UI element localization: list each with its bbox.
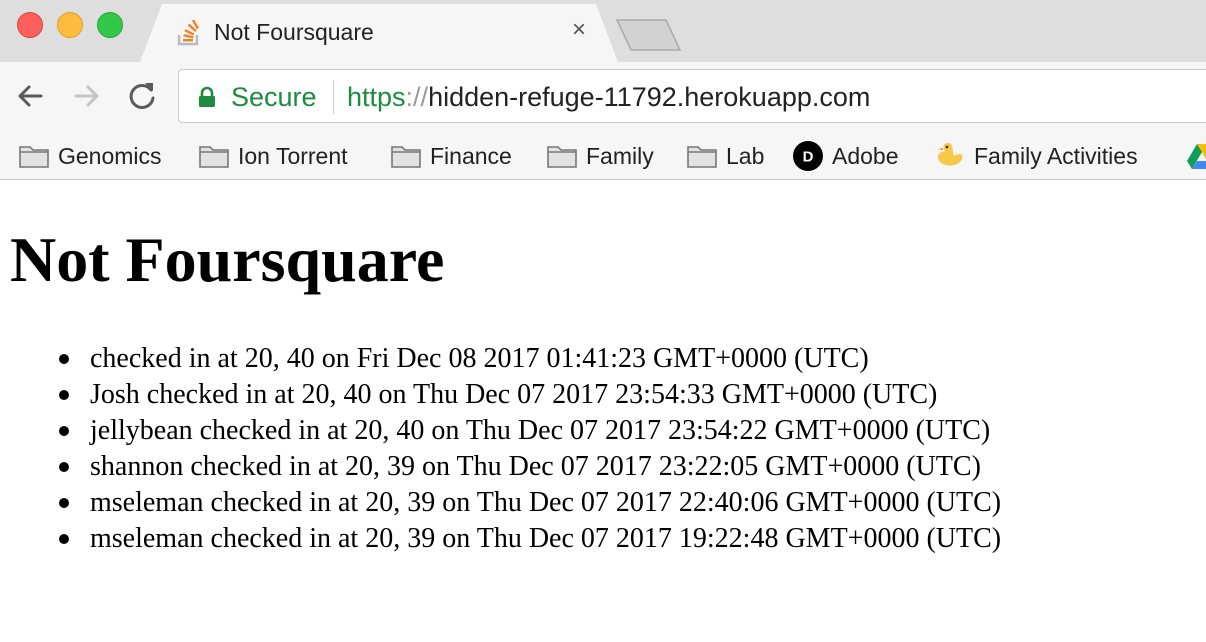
folder-icon [199, 146, 229, 168]
folder-icon [687, 146, 717, 168]
google-drive-icon[interactable] [1187, 142, 1206, 170]
list-item: Josh checked in at 20, 40 on Thu Dec 07 … [59, 377, 1001, 413]
url-text[interactable]: https://hidden-refuge-11792.herokuapp.co… [347, 82, 870, 113]
bookmarks-bar: Genomics Ion Torrent Finance Family Lab [0, 132, 1206, 180]
d-circle-icon: D [793, 141, 823, 171]
bullet [59, 534, 69, 544]
back-arrow-icon[interactable] [13, 79, 47, 113]
bookmark-label: Finance [430, 142, 512, 169]
list-item: shannon checked in at 20, 39 on Thu Dec … [59, 449, 1001, 485]
bookmark-label: Family [586, 142, 654, 169]
page-content: Not Foursquare checked in at 20, 40 on F… [0, 181, 1206, 642]
bullet [59, 498, 69, 508]
bookmark-adobe[interactable]: D Adobe [792, 138, 899, 174]
url-separator: :// [405, 82, 429, 112]
list-item: mseleman checked in at 20, 39 on Thu Dec… [59, 521, 1002, 557]
page-title: Not Foursquare [10, 224, 445, 295]
folder-icon [547, 146, 577, 168]
browser-toolbar: Secure https://hidden-refuge-11792.herok… [0, 62, 1206, 132]
reload-icon[interactable] [125, 79, 159, 113]
bullet [59, 462, 69, 472]
list-item: mseleman checked in at 20, 39 on Thu Dec… [59, 485, 1002, 521]
new-tab-button[interactable] [614, 18, 682, 52]
duck-icon [938, 142, 963, 166]
bullet [59, 354, 69, 364]
tab-not-foursquare[interactable]: Not Foursquare × [140, 4, 618, 62]
close-window-button[interactable] [17, 12, 43, 38]
stackoverflow-icon [177, 20, 200, 46]
bookmark-family-activities[interactable]: Family Activities [932, 138, 1138, 174]
svg-text:D: D [803, 149, 814, 166]
checkin-text: jellybean checked in at 20, 40 on Thu De… [90, 415, 991, 446]
checkin-list: checked in at 20, 40 on Fri Dec 08 2017 … [59, 341, 1002, 557]
url-host: hidden-refuge-11792.herokuapp.com [428, 82, 871, 112]
folder-icon [391, 146, 421, 168]
close-tab-icon[interactable]: × [568, 17, 590, 43]
url-scheme: https [347, 82, 406, 112]
list-item: checked in at 20, 40 on Fri Dec 08 2017 … [59, 341, 1001, 377]
bullet [59, 390, 69, 400]
tab-title: Not Foursquare [214, 19, 374, 45]
omnibox-divider [333, 80, 334, 114]
checkin-text: shannon checked in at 20, 39 on Thu Dec … [90, 451, 981, 482]
title-bar: Not Foursquare × [0, 0, 1206, 62]
bookmark-genomics[interactable]: Genomics [18, 138, 162, 174]
checkin-text: mseleman checked in at 20, 39 on Thu Dec… [90, 523, 1002, 554]
folder-icon [19, 146, 49, 168]
bookmark-ion-torrent[interactable]: Ion Torrent [198, 138, 348, 174]
minimize-window-button[interactable] [57, 12, 83, 38]
bullet [59, 426, 69, 436]
lock-icon [199, 86, 215, 107]
checkin-text: mseleman checked in at 20, 39 on Thu Dec… [90, 487, 1002, 518]
bookmark-finance[interactable]: Finance [390, 138, 512, 174]
bookmark-label: Adobe [832, 142, 899, 169]
bookmark-family[interactable]: Family [546, 138, 654, 174]
address-bar[interactable]: Secure https://hidden-refuge-11792.herok… [178, 69, 1206, 123]
zoom-window-button[interactable] [97, 12, 123, 38]
checkin-text: Josh checked in at 20, 40 on Thu Dec 07 … [90, 379, 938, 410]
list-item: jellybean checked in at 20, 40 on Thu De… [59, 413, 1001, 449]
secure-label: Secure [231, 82, 317, 112]
bookmark-label: Family Activities [974, 142, 1138, 169]
bookmark-lab[interactable]: Lab [686, 138, 764, 174]
checkin-text: checked in at 20, 40 on Fri Dec 08 2017 … [90, 343, 869, 374]
bookmark-label: Lab [726, 142, 765, 169]
bookmark-label: Ion Torrent [238, 142, 348, 169]
bookmark-label: Genomics [58, 142, 162, 169]
forward-arrow-icon[interactable] [70, 79, 104, 113]
